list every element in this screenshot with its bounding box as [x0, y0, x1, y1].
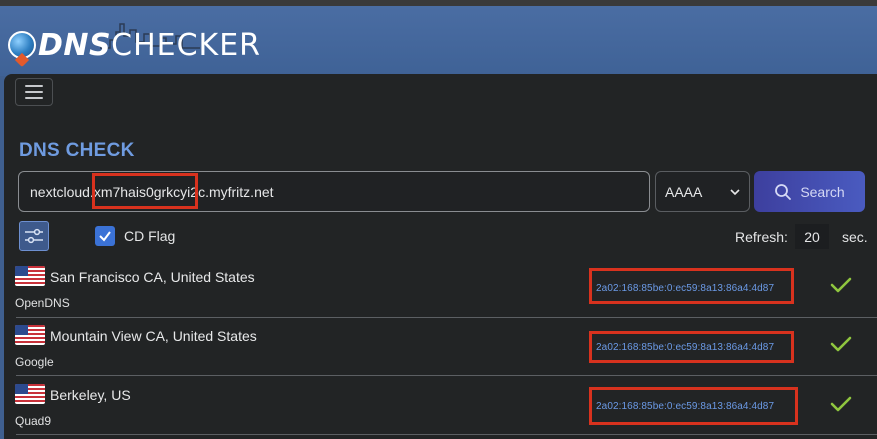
check-icon	[830, 336, 852, 352]
result-provider: OpenDNS	[15, 296, 70, 310]
refresh-label: Refresh:	[735, 229, 788, 245]
result-ip-address[interactable]: 2a02:168:85be:0:ec59:8a13:86a4:4d87	[596, 283, 774, 294]
logo-checker-text: CHECKER	[111, 27, 262, 63]
filter-settings-button[interactable]	[19, 221, 49, 251]
page-title: DNS CHECK	[19, 140, 135, 161]
result-provider: Quad9	[15, 414, 52, 428]
menu-bar-icon	[25, 97, 43, 99]
chevron-down-icon	[730, 189, 740, 196]
result-ip-address[interactable]: 2a02:168:85be:0:ec59:8a13:86a4:4d87	[596, 342, 774, 353]
result-location: San Francisco CA, United States	[50, 269, 255, 285]
main-panel	[4, 74, 877, 439]
domain-search-input[interactable]: nextcloud.xm7hais0grkcyi2c.myfritz.net	[18, 171, 650, 212]
hamburger-menu-button[interactable]	[15, 78, 53, 106]
search-icon	[775, 183, 792, 200]
check-icon	[830, 396, 852, 412]
dns-checker-logo[interactable]: DNS CHECKER	[8, 20, 261, 70]
domain-input-value: nextcloud.xm7hais0grkcyi2c.myfritz.net	[30, 183, 274, 200]
result-provider: Google	[15, 355, 54, 369]
menu-bar-icon	[25, 85, 43, 87]
us-flag-icon	[15, 384, 45, 404]
us-flag-icon	[15, 266, 45, 286]
menu-bar-icon	[25, 91, 43, 93]
record-type-value: AAAA	[665, 183, 703, 200]
row-divider	[16, 434, 877, 435]
refresh-interval-input[interactable]: 20	[795, 224, 829, 249]
refresh-unit-label: sec.	[842, 229, 868, 245]
cd-flag-label[interactable]: CD Flag	[124, 228, 175, 244]
record-type-select[interactable]: AAAA	[655, 171, 750, 212]
search-button[interactable]: Search	[754, 171, 865, 212]
sliders-icon	[25, 228, 43, 244]
result-location: Berkeley, US	[50, 387, 131, 403]
us-flag-icon	[15, 325, 45, 345]
cd-flag-checkbox[interactable]	[95, 226, 115, 246]
globe-pin-icon	[8, 31, 36, 59]
result-location: Mountain View CA, United States	[50, 328, 257, 344]
search-button-label: Search	[800, 183, 845, 200]
row-divider	[16, 375, 877, 376]
row-divider	[16, 317, 877, 318]
checkmark-icon	[99, 231, 111, 242]
check-icon	[830, 277, 852, 293]
logo-dns-text: DNS	[38, 27, 112, 63]
result-ip-address[interactable]: 2a02:168:85be:0:ec59:8a13:86a4:4d87	[596, 401, 774, 412]
